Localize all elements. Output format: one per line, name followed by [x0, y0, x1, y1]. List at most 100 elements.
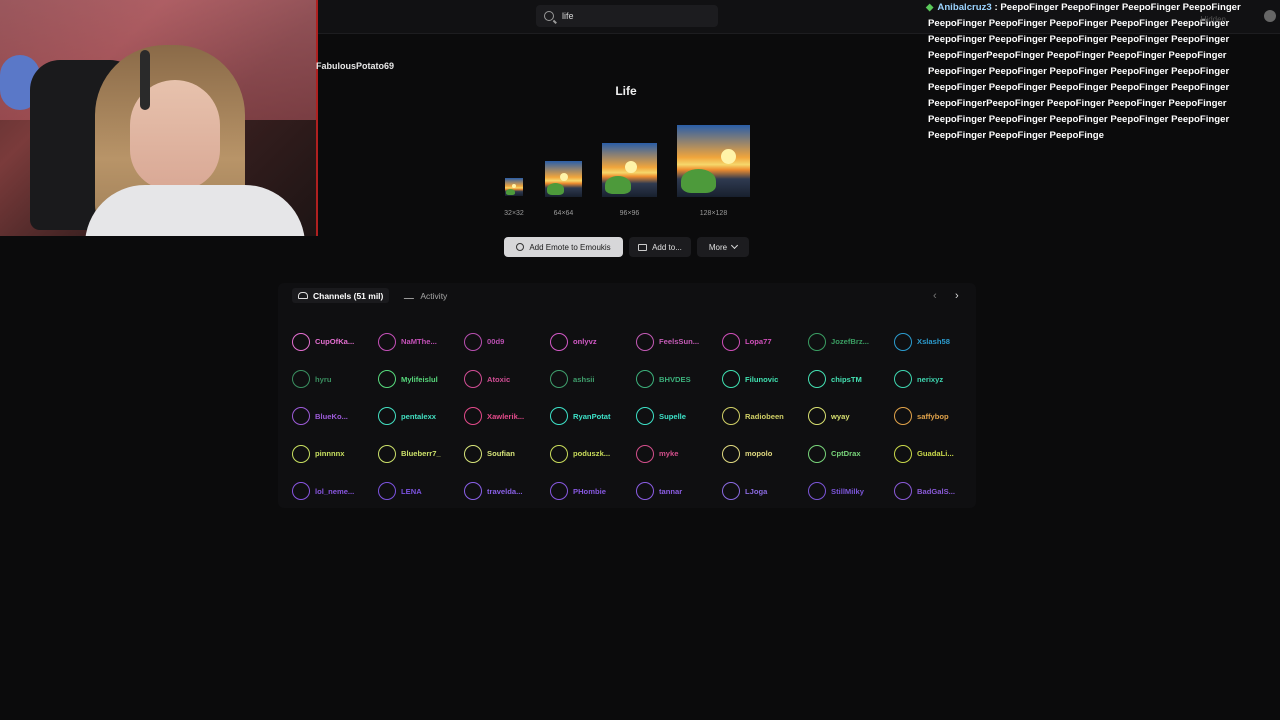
channel-avatar	[894, 407, 912, 426]
channel-name: RyanPotat	[573, 411, 611, 421]
channel-avatar	[378, 407, 396, 426]
channel-name: LJoga	[745, 486, 768, 496]
chat-author: Anibalcruz3	[937, 2, 992, 13]
channel-item[interactable]: Supelle	[636, 398, 722, 435]
channel-avatar	[636, 332, 654, 351]
channel-avatar	[378, 482, 396, 501]
chat-overlay: ◆ Anibalcruz3 : PeepoFinger PeepoFinger P…	[926, 0, 1276, 142]
emote-size-label: 64×64	[553, 210, 574, 217]
emote-size-label: 96×96	[619, 210, 640, 217]
channel-name: Soufian	[487, 449, 515, 459]
user-avatar[interactable]	[1264, 10, 1276, 22]
next-page-button[interactable]: ›	[955, 290, 959, 302]
add-to-label: Add to...	[652, 242, 682, 252]
channel-item[interactable]: onlyvz	[550, 323, 636, 360]
channel-item[interactable]: PHombie	[550, 473, 636, 510]
channel-item[interactable]: LENA	[378, 473, 464, 510]
channel-name: CptDrax	[831, 449, 861, 459]
channel-item[interactable]: Soufian	[464, 435, 550, 472]
webcam-person-shirt	[85, 185, 305, 236]
channel-item[interactable]: ashsii	[550, 360, 636, 397]
channel-name: BadGalS...	[917, 486, 955, 496]
channel-name: Atoxic	[487, 374, 511, 384]
channel-name: CupOfKa...	[315, 337, 355, 347]
emote-preview-32	[505, 178, 523, 196]
channel-avatar	[550, 407, 568, 426]
channel-name: Blueberr7_	[401, 449, 441, 459]
channel-item[interactable]: Radiobeen	[722, 398, 808, 435]
channel-item[interactable]: BlueKo...	[292, 398, 378, 435]
channel-item[interactable]: RyanPotat	[550, 398, 636, 435]
channel-item[interactable]: chipsTM	[808, 360, 894, 397]
channel-item[interactable]: poduszk...	[550, 435, 636, 472]
channel-item[interactable]: NaMThe...	[378, 323, 464, 360]
channel-item[interactable]: Blueberr7_	[378, 435, 464, 472]
channel-item[interactable]: lol_neme...	[292, 473, 378, 510]
channel-name: pinnnnx	[315, 449, 345, 459]
channel-item[interactable]: wyay	[808, 398, 894, 435]
channel-item[interactable]: 00d9	[464, 323, 550, 360]
channel-item[interactable]: CptDrax	[808, 435, 894, 472]
channel-item[interactable]: hyru	[292, 360, 378, 397]
channel-item[interactable]: Xawlerik...	[464, 398, 550, 435]
channel-item[interactable]: tannar	[636, 473, 722, 510]
channel-avatar	[550, 370, 568, 389]
channel-name: wyay	[831, 411, 850, 421]
more-button[interactable]: More	[697, 237, 749, 257]
channel-item[interactable]: travelda...	[464, 473, 550, 510]
tab-activity-label: Activity	[420, 290, 448, 301]
search-input[interactable]: life	[562, 11, 574, 21]
prev-page-button[interactable]: ‹	[933, 290, 937, 302]
channel-avatar	[550, 482, 568, 501]
channel-name: Xawlerik...	[487, 411, 525, 421]
channel-item[interactable]: Filunovic	[722, 360, 808, 397]
chat-message-line: PeepoFinger PeepoFinger PeepoFinge	[928, 130, 1104, 141]
channel-name: onlyvz	[573, 337, 597, 347]
channel-item[interactable]: Atoxic	[464, 360, 550, 397]
channel-name: LENA	[401, 486, 422, 496]
channel-item[interactable]: myke	[636, 435, 722, 472]
channel-item[interactable]: Lopa77	[722, 323, 808, 360]
channel-name: JozefBrz...	[831, 337, 869, 347]
channel-item[interactable]: LJoga	[722, 473, 808, 510]
channel-item[interactable]: nerixyz	[894, 360, 980, 397]
channel-name: Mylifeislul	[401, 374, 438, 384]
channel-item[interactable]: CupOfKa...	[292, 323, 378, 360]
channel-row: BlueKo... pentalexx Xawlerik... RyanPotat Su…	[292, 398, 982, 435]
channel-name: hyru	[315, 374, 332, 384]
channel-item[interactable]: BHVDES	[636, 360, 722, 397]
channel-item[interactable]: FeelsSun...	[636, 323, 722, 360]
channel-avatar	[550, 444, 568, 463]
channel-name: mopolo	[745, 449, 773, 459]
emote-owner-username[interactable]: FabulousPotato69	[316, 61, 394, 71]
users-icon	[298, 292, 308, 299]
channel-item[interactable]: StillMilky	[808, 473, 894, 510]
channel-item[interactable]: pinnnnx	[292, 435, 378, 472]
webcam-overlay	[0, 0, 318, 236]
channel-avatar	[894, 482, 912, 501]
channel-item[interactable]: GuadaLi...	[894, 435, 980, 472]
channel-item[interactable]: JozefBrz...	[808, 323, 894, 360]
channel-item[interactable]: Xslash58	[894, 323, 980, 360]
channel-name: 00d9	[487, 337, 505, 347]
channel-avatar	[894, 370, 912, 389]
channel-avatar	[808, 332, 826, 351]
chat-message-line: PeepoFinger PeepoFinger PeepoFinger Peep…	[928, 114, 1230, 125]
add-to-button[interactable]: Add to...	[629, 237, 691, 257]
channel-item[interactable]: BadGalS...	[894, 473, 980, 510]
tab-channels[interactable]: Channels (51 mil)	[292, 288, 390, 303]
channel-item[interactable]: mopolo	[722, 435, 808, 472]
channel-name: NaMThe...	[401, 337, 437, 347]
more-label: More	[708, 242, 728, 252]
channel-item[interactable]: saffybop	[894, 398, 980, 435]
channel-item[interactable]: pentalexx	[378, 398, 464, 435]
channel-item[interactable]: Mylifeislul	[378, 360, 464, 397]
search-bar[interactable]: life	[536, 5, 718, 27]
panel-tabs: Channels (51 mil) Activity	[292, 288, 453, 303]
channel-avatar	[378, 370, 396, 389]
channel-avatar	[722, 370, 740, 389]
add-emote-button[interactable]: Add Emote to Emoukis	[504, 237, 623, 257]
tab-activity[interactable]: Activity	[399, 288, 453, 303]
chevron-down-icon	[731, 241, 739, 250]
tab-channels-label: Channels (51 mil)	[313, 290, 384, 301]
